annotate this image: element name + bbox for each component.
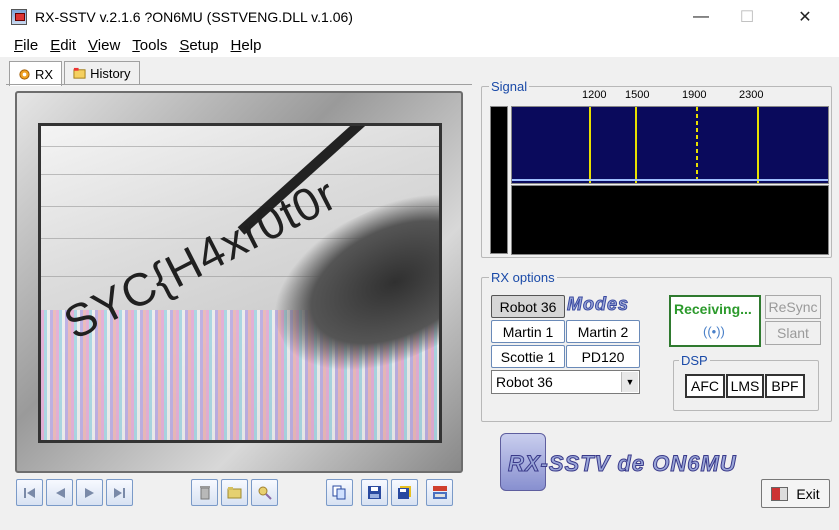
spectrum-display (511, 106, 829, 184)
menu-view[interactable]: View (82, 37, 126, 54)
marker-1900 (696, 107, 698, 183)
minimize-button[interactable]: — (678, 0, 724, 33)
brand-text: RX-SSTV de ON6MU (508, 451, 737, 477)
brand-logo: RX-SSTV de ON6MU (500, 433, 740, 493)
marker-1500 (635, 107, 637, 183)
exit-door-icon (771, 486, 789, 501)
trash-icon (199, 486, 210, 500)
last-image-button[interactable] (106, 479, 133, 506)
window-title: RX-SSTV v.2.1.6 ?ON6MU (SSTVENG.DLL v.1.… (35, 8, 353, 25)
title-bar: RX-SSTV v.2.1.6 ?ON6MU (SSTVENG.DLL v.1.… (0, 0, 839, 33)
exit-label: Exit (796, 485, 820, 502)
folder-icon (73, 67, 86, 79)
delete-image-button[interactable] (191, 479, 218, 506)
skip-first-icon (24, 487, 35, 498)
lms-button[interactable]: LMS (726, 374, 764, 398)
bpf-button[interactable]: BPF (765, 374, 805, 398)
open-folder-button[interactable] (221, 479, 248, 506)
rx-panel: SYC{H4xr0t0r (6, 84, 472, 524)
spectrum-baseline (512, 179, 828, 181)
skip-last-icon (114, 487, 125, 498)
floppy-icon (368, 486, 381, 499)
tab-history[interactable]: History (64, 61, 140, 85)
modes-logo: Modes (566, 294, 630, 315)
receiving-text: Receiving... (674, 301, 752, 317)
save-as-button[interactable] (391, 479, 418, 506)
resync-button[interactable]: ReSync (765, 295, 821, 319)
signal-label: Signal (489, 79, 530, 94)
arrow-right-icon (84, 487, 94, 498)
mode-robot36-button[interactable]: Robot 36 (491, 295, 565, 318)
marker-1200 (589, 107, 591, 183)
tab-history-label: History (90, 66, 131, 81)
freq-label-1200: 1200 (582, 89, 607, 101)
first-image-button[interactable] (16, 479, 43, 506)
next-image-button[interactable] (76, 479, 103, 506)
mode-select[interactable]: Robot 36 ▼ (491, 370, 640, 394)
slant-button[interactable]: Slant (765, 321, 821, 345)
menu-setup[interactable]: Setup (173, 37, 224, 54)
magnifier-icon (258, 486, 272, 500)
menu-tools[interactable]: Tools (126, 37, 173, 54)
exit-button[interactable]: Exit (761, 479, 830, 508)
mode-martin2-button[interactable]: Martin 2 (566, 320, 640, 343)
menu-bar: File Edit View Tools Setup Help (0, 33, 839, 57)
copy-button[interactable] (326, 479, 353, 506)
gallery-button[interactable] (426, 479, 453, 506)
image-frame: SYC{H4xr0t0r (15, 91, 463, 473)
menu-edit[interactable]: Edit (44, 37, 82, 54)
marker-2300 (757, 107, 759, 183)
menu-help[interactable]: Help (225, 37, 268, 54)
dsp-label: DSP (679, 353, 710, 368)
gear-icon (19, 68, 30, 80)
mode-scottie1-button[interactable]: Scottie 1 (491, 345, 565, 368)
menu-file[interactable]: File (8, 37, 44, 54)
maximize-button[interactable]: ☐ (724, 0, 770, 33)
antenna-icon: ((•)) (703, 324, 725, 339)
tab-rx[interactable]: RX (9, 61, 63, 86)
freq-label-1500: 1500 (625, 89, 650, 101)
chevron-down-icon[interactable]: ▼ (621, 372, 638, 392)
freq-label-1900: 1900 (682, 89, 707, 101)
folder-open-icon (227, 487, 242, 499)
previous-image-button[interactable] (46, 479, 73, 506)
floppy-stack-icon (398, 486, 411, 499)
afc-button[interactable]: AFC (685, 374, 725, 398)
close-button[interactable]: ✕ (782, 0, 828, 33)
mode-martin1-button[interactable]: Martin 1 (491, 320, 565, 343)
arrow-left-icon (55, 487, 65, 498)
received-image: SYC{H4xr0t0r (38, 123, 442, 443)
app-icon (11, 8, 27, 25)
waterfall-display (511, 185, 829, 255)
tab-rx-label: RX (35, 66, 54, 82)
copy-icon (332, 485, 346, 500)
freq-label-2300: 2300 (739, 89, 764, 101)
mode-select-value: Robot 36 (496, 374, 553, 390)
save-button[interactable] (361, 479, 388, 506)
gallery-icon (432, 486, 447, 499)
receiving-status: Receiving... ((•)) (669, 295, 761, 347)
mode-pd120-button[interactable]: PD120 (566, 345, 640, 368)
zoom-button[interactable] (251, 479, 278, 506)
tab-strip: RX History (9, 61, 142, 86)
rx-options-label: RX options (489, 270, 557, 285)
signal-level-meter (490, 106, 508, 254)
